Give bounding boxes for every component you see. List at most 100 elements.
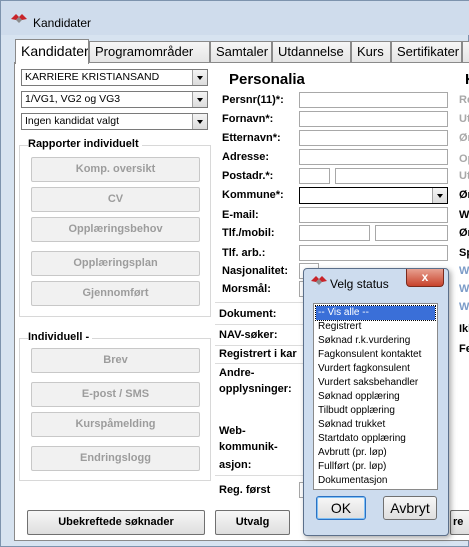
divider <box>215 363 315 364</box>
personalia-title: Personalia <box>229 71 305 88</box>
reg-forst-label: Reg. først <box>219 484 271 496</box>
postadr-label: Postadr.*: <box>222 170 274 182</box>
fornavn-label: Fornavn*: <box>222 113 274 125</box>
reports-group-title: Rapporter individuelt <box>28 138 142 150</box>
right-label-9: Sp <box>459 247 469 259</box>
app-logo-icon <box>311 276 327 285</box>
mobil-label: Tlf./mobil: <box>222 227 275 239</box>
status-option[interactable]: Søknad r.k.vurdering <box>316 334 435 348</box>
opplysninger-label: opplysninger: <box>219 383 292 395</box>
opplaeringsplan-button[interactable]: Opplæringsplan <box>31 251 200 276</box>
candidate-select-value: Ingen kandidat valgt <box>25 115 119 127</box>
tlf-arb-label: Tlf. arb.: <box>222 247 266 259</box>
epost-sms-button[interactable]: E-post / SMS <box>31 382 200 407</box>
registrert-label: Registrert i kar <box>219 348 297 360</box>
tab-samtaler[interactable]: Samtaler <box>210 41 272 63</box>
morsmal-label: Morsmål: <box>222 283 271 295</box>
email-label: E-mail: <box>222 209 259 221</box>
right-link-3[interactable]: W <box>459 301 469 313</box>
etternavn-label: Etternavn*: <box>222 132 281 144</box>
nasjonalitet-label: Nasjonalitet: <box>222 265 289 277</box>
level-select[interactable]: 1/VG1, VG2 og VG3 <box>21 91 208 108</box>
candidate-select[interactable]: Ingen kandidat valgt <box>21 113 208 130</box>
tab-utdannelse[interactable]: Utdannelse <box>272 41 351 63</box>
tab-bar: Kandidater Programområder Samtaler Utdan… <box>15 39 469 64</box>
right-label-1: Re <box>459 94 469 106</box>
endringslogg-button[interactable]: Endringslogg <box>31 446 200 471</box>
poststed-input[interactable] <box>335 168 448 184</box>
right-label-10: Ikl <box>459 323 469 335</box>
kommune-select[interactable] <box>299 187 448 204</box>
persnr-label: Persnr(11)*: <box>222 94 284 106</box>
tab-kandidater[interactable]: Kandidater <box>15 39 89 64</box>
komp-oversikt-button[interactable]: Komp. oversikt <box>31 157 200 182</box>
utvalg-button[interactable]: Utvalg <box>215 510 290 535</box>
right-label-5: Ut <box>459 170 469 182</box>
status-option[interactable]: Registrert <box>316 320 435 334</box>
tab-kurs[interactable]: Kurs <box>351 41 391 63</box>
chevron-down-icon[interactable] <box>192 114 207 129</box>
right-label-8: Ør <box>459 227 469 239</box>
right-label-4: Op <box>459 153 469 165</box>
tlf-arb-input[interactable] <box>299 245 448 261</box>
partial-button[interactable]: re <box>450 510 469 535</box>
app-logo-icon <box>11 14 27 23</box>
office-select[interactable]: KARRIERE KRISTIANSAND <box>21 69 208 86</box>
level-select-value: 1/VG1, VG2 og VG3 <box>25 93 121 105</box>
tab-sertifikater[interactable]: Sertifikater <box>391 41 462 63</box>
mobil-input[interactable] <box>299 225 370 241</box>
ubekreftede-soknader-button[interactable]: Ubekreftede søknader <box>27 510 205 535</box>
tab-programomrader[interactable]: Programområder <box>89 41 210 63</box>
adresse-label: Adresse: <box>222 151 270 163</box>
right-label-6: Ør <box>459 189 469 201</box>
tab-pr[interactable]: Pr <box>462 41 469 63</box>
andre-label: Andre- <box>219 367 255 379</box>
postnr-input[interactable] <box>299 168 330 184</box>
title-bar[interactable]: Kandidater <box>1 1 469 35</box>
brev-button[interactable]: Brev <box>31 348 200 373</box>
right-label-11: Fe <box>459 343 469 355</box>
opplaeringsbehov-button[interactable]: Opplæringsbehov <box>31 217 200 242</box>
chevron-down-icon[interactable] <box>192 70 207 85</box>
ok-button[interactable]: OK <box>316 496 366 520</box>
status-option[interactable]: Fullført (pr. løp) <box>316 460 435 474</box>
dialog-title: Velg status <box>330 277 389 291</box>
fornavn-input[interactable] <box>299 111 448 127</box>
status-option[interactable]: -- Vis alle -- <box>315 305 436 321</box>
close-icon[interactable]: x <box>406 269 444 287</box>
asjon-label: asjon: <box>219 459 252 471</box>
status-option[interactable]: Vurdert fagkonsulent <box>316 362 435 376</box>
kurspamelding-button[interactable]: Kurspåmelding <box>31 412 200 437</box>
persnr-input[interactable] <box>299 92 448 108</box>
divider <box>215 475 315 476</box>
status-option[interactable]: Fagkonsulent kontaktet <box>316 348 435 362</box>
right-label-7: We <box>459 209 469 221</box>
nav-soker-label: NAV-søker: <box>219 329 278 341</box>
cv-button[interactable]: CV <box>31 187 200 212</box>
status-option[interactable]: Dokumentasjon <box>316 474 435 488</box>
status-option[interactable]: Avbrutt (pr. løp) <box>316 446 435 460</box>
status-option[interactable]: Tilbudt opplæring <box>316 404 435 418</box>
divider <box>215 324 315 325</box>
office-select-value: KARRIERE KRISTIANSAND <box>25 71 160 83</box>
right-label-2: Ut <box>459 113 469 125</box>
right-link-1[interactable]: W <box>459 265 469 277</box>
email-input[interactable] <box>299 207 448 223</box>
chevron-down-icon[interactable] <box>432 188 447 203</box>
gjennomfort-button[interactable]: Gjennomført <box>31 281 200 306</box>
adresse-input[interactable] <box>299 149 448 165</box>
etternavn-input[interactable] <box>299 130 448 146</box>
status-option[interactable]: Startdato opplæring <box>316 432 435 446</box>
avbryt-button[interactable]: Avbryt <box>383 496 437 520</box>
status-option[interactable]: Vurdert saksbehandler <box>316 376 435 390</box>
web-label: Web- <box>219 425 246 437</box>
right-link-2[interactable]: W <box>459 283 469 295</box>
status-listbox[interactable]: -- Vis alle -- Registrert Søknad r.k.vur… <box>313 303 438 490</box>
tlf-input[interactable] <box>375 225 448 241</box>
right-label-3: Ør <box>459 132 469 144</box>
kommunik-label: kommunik- <box>219 441 278 453</box>
status-option[interactable]: Søknad trukket <box>316 418 435 432</box>
status-option[interactable]: Søknad opplæring <box>316 390 435 404</box>
window-title: Kandidater <box>33 16 92 30</box>
chevron-down-icon[interactable] <box>192 92 207 107</box>
